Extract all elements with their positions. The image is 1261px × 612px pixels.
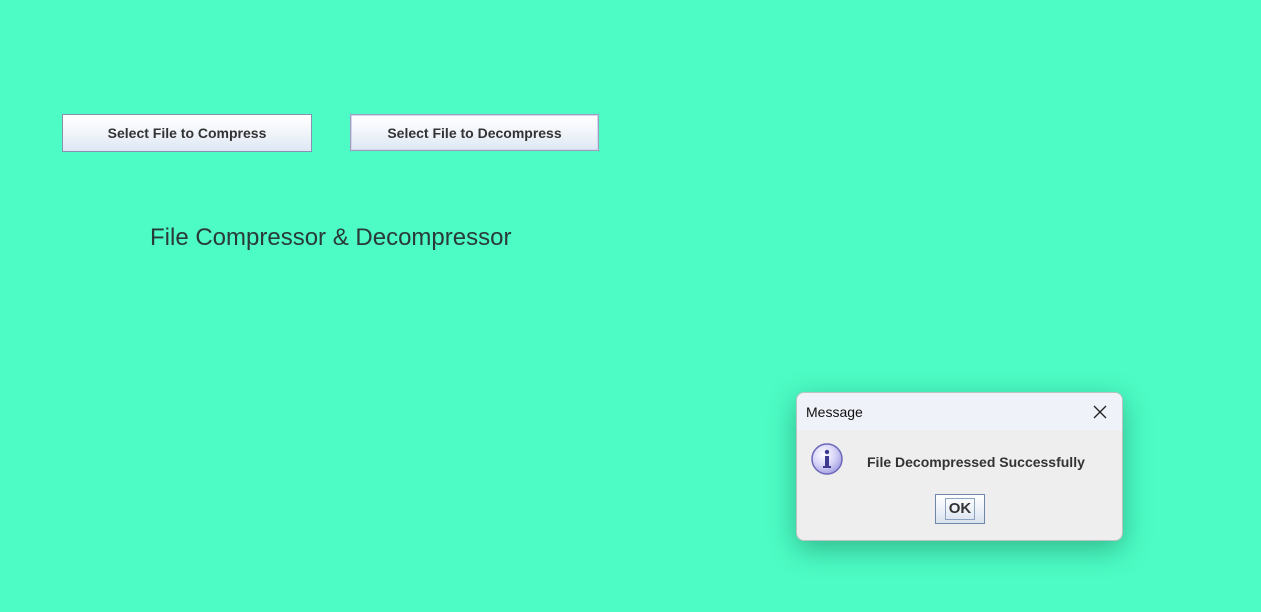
ok-button[interactable]: OK — [935, 494, 985, 524]
ok-button-label: OK — [944, 498, 976, 520]
close-icon — [1093, 405, 1107, 418]
app-window: Select File to Compress Select File to D… — [0, 0, 1261, 612]
select-file-to-compress-button[interactable]: Select File to Compress — [62, 114, 312, 152]
info-icon — [811, 443, 843, 475]
dialog-title: Message — [806, 403, 863, 420]
dialog-body: File Decompressed Successfully OK — [797, 430, 1122, 540]
message-dialog: Message File Decompressed Successfully O… — [796, 392, 1123, 541]
close-button[interactable] — [1088, 400, 1112, 424]
dialog-message: File Decompressed Successfully — [867, 454, 1085, 470]
select-file-to-decompress-button[interactable]: Select File to Decompress — [350, 114, 599, 151]
dialog-titlebar[interactable]: Message — [797, 393, 1122, 430]
app-title: File Compressor & Decompressor — [150, 224, 512, 251]
